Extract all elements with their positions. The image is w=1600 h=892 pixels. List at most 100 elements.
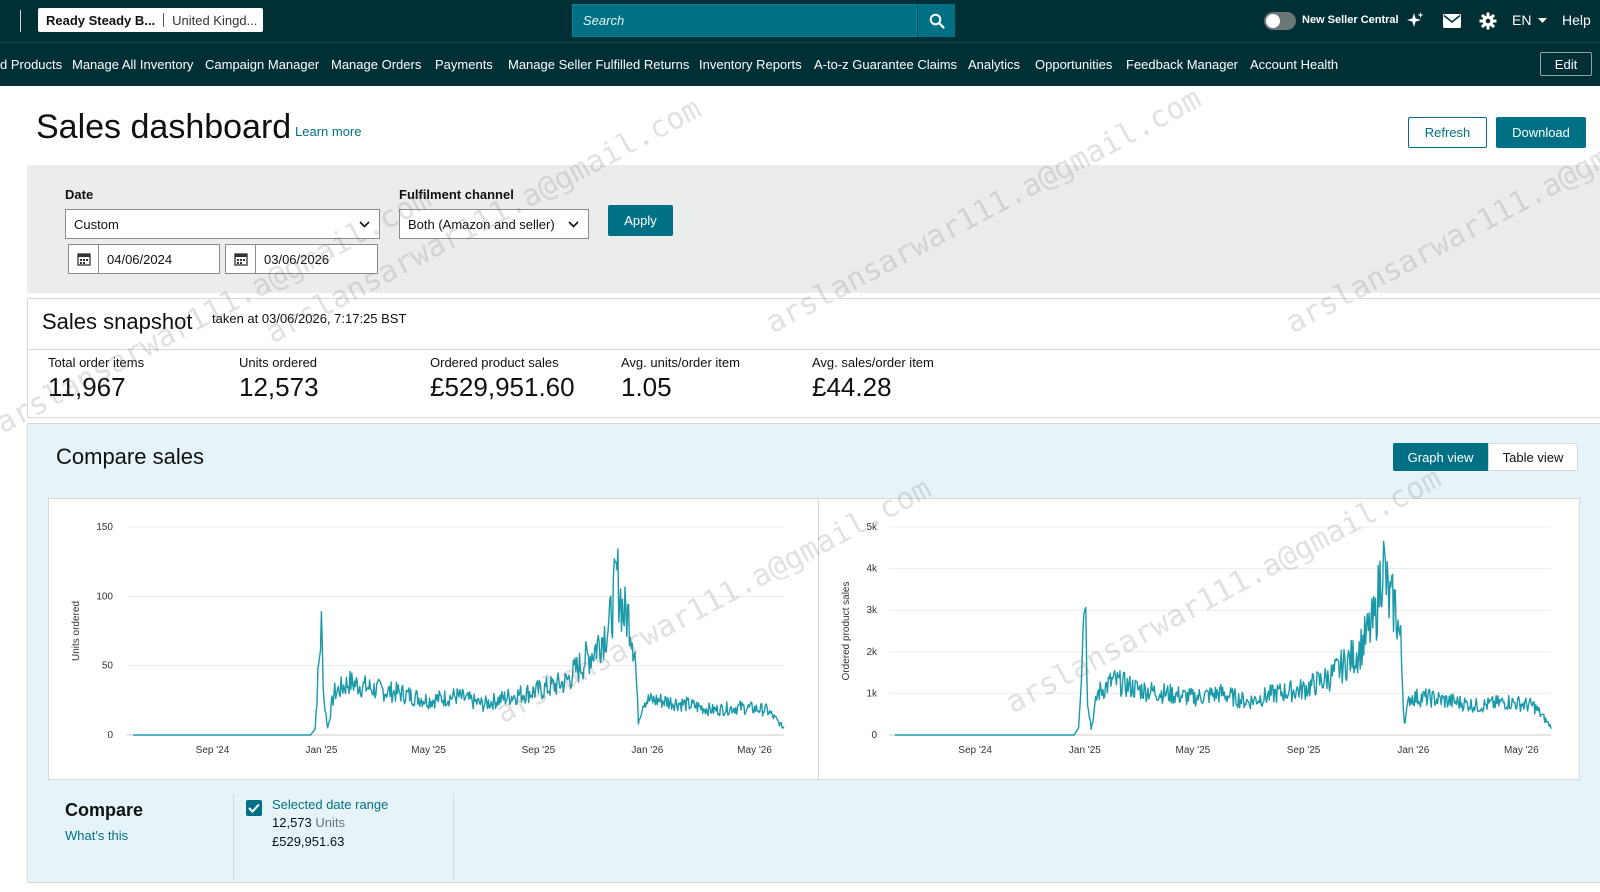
nav-item-account-health[interactable]: Account Health xyxy=(1250,57,1338,72)
ordered-product-sales-chart-svg: 0 1k 2k 3k 4k 5k Sep '24 Jan '25 May '25 Sep '25 J… xyxy=(841,522,1552,756)
compare-divider xyxy=(233,794,234,880)
new-seller-central-toggle[interactable] xyxy=(1264,12,1296,30)
end-date-value: 03/06/2026 xyxy=(264,251,330,267)
nav-item-payments[interactable]: Payments xyxy=(435,57,493,72)
x-tick-label: Sep '24 xyxy=(196,745,230,756)
refresh-button[interactable]: Refresh xyxy=(1408,117,1487,148)
nav-item-manage-orders[interactable]: Manage Orders xyxy=(331,57,421,72)
chevron-down-icon xyxy=(359,221,370,228)
nav-item-inventory-reports[interactable]: Inventory Reports xyxy=(699,57,802,72)
sparkle-icon[interactable] xyxy=(1403,9,1427,33)
language-selector[interactable]: EN xyxy=(1512,12,1548,28)
metric-label: Avg. units/order item xyxy=(621,355,740,370)
y-axis-label: Ordered product sales xyxy=(841,582,852,681)
learn-more-link[interactable]: Learn more xyxy=(295,124,361,139)
nav-item-a-to-z-claims[interactable]: A-to-z Guarantee Claims xyxy=(814,57,957,72)
date-filter-label: Date xyxy=(65,187,94,202)
nav-item-analytics[interactable]: Analytics xyxy=(968,57,1020,72)
apply-button[interactable]: Apply xyxy=(608,205,673,236)
y-tick-label: 5k xyxy=(866,522,878,533)
fulfilment-channel-select[interactable]: Both (Amazon and seller) xyxy=(399,209,589,239)
table-view-button[interactable]: Table view xyxy=(1488,443,1578,471)
series-line xyxy=(895,540,1552,736)
y-tick-label: 100 xyxy=(96,591,113,602)
x-tick-label: Jan '26 xyxy=(631,745,663,756)
nav-item-opportunities[interactable]: Opportunities xyxy=(1035,57,1112,72)
compare-sales-panel: Compare sales Graph view Table view 0 50 1… xyxy=(27,423,1600,883)
x-tick-label: Sep '25 xyxy=(1287,745,1321,756)
metric-avg-units-per-order-item: Avg. units/order item 1.05 xyxy=(621,355,740,403)
selected-range-units-unit: Units xyxy=(315,815,346,830)
account-switcher[interactable]: Ready Steady B... United Kingd... xyxy=(38,8,263,32)
y-tick-label: 3k xyxy=(866,605,878,616)
selected-range-sales: £529,951.63 xyxy=(272,834,345,849)
y-tick-label: 4k xyxy=(866,564,878,575)
store-name: Ready Steady B... xyxy=(46,12,156,28)
metric-value: £529,951.60 xyxy=(430,372,575,402)
download-button[interactable]: Download xyxy=(1496,117,1586,148)
compare-divider xyxy=(453,794,454,880)
mail-icon[interactable] xyxy=(1440,9,1464,33)
x-tick-label: Jan '25 xyxy=(1069,745,1101,756)
y-tick-label: 150 xyxy=(96,522,113,533)
y-axis-label: Units ordered xyxy=(71,601,82,661)
chevron-down-icon xyxy=(568,221,579,228)
top-bar: Ready Steady B... United Kingd... Search… xyxy=(0,0,1600,42)
x-tick-label: May '26 xyxy=(1504,745,1539,756)
metric-value: 12,573 xyxy=(239,372,319,402)
nav-item-products[interactable]: d Products xyxy=(0,57,62,72)
y-tick-label: 1k xyxy=(866,688,878,699)
sales-snapshot-title: Sales snapshot xyxy=(42,309,193,334)
units-ordered-chart-svg: 0 50 100 150 Sep '24 Jan '25 May '25 Sep '25 Jan… xyxy=(71,522,785,756)
x-tick-label: May '26 xyxy=(737,745,772,756)
selected-date-range-label: Selected date range xyxy=(272,797,389,812)
metric-total-order-items: Total order items 11,967 xyxy=(48,355,144,403)
selected-range-units-value: 12,573 xyxy=(272,815,312,830)
y-tick-label: 50 xyxy=(102,661,114,672)
start-date-input[interactable]: 04/06/2024 xyxy=(68,244,220,274)
metric-label: Avg. sales/order item xyxy=(812,355,934,370)
nav-item-feedback-manager[interactable]: Feedback Manager xyxy=(1126,57,1238,72)
whats-this-link[interactable]: What's this xyxy=(65,828,128,843)
nav-item-campaign-manager[interactable]: Campaign Manager xyxy=(205,57,319,72)
metric-label: Units ordered xyxy=(239,355,318,370)
gear-icon[interactable] xyxy=(1476,9,1500,33)
search-input[interactable]: Search xyxy=(572,4,917,37)
nav-bar: d Products Manage All Inventory Campaign… xyxy=(0,42,1600,86)
nav-item-manage-seller-fulfilled-returns[interactable]: Manage Seller Fulfilled Returns xyxy=(508,57,689,72)
checkmark-icon xyxy=(248,803,260,813)
date-range-value: Custom xyxy=(74,216,119,232)
nav-item-manage-all-inventory[interactable]: Manage All Inventory xyxy=(72,57,193,72)
calendar-icon[interactable] xyxy=(69,245,99,273)
caret-down-icon xyxy=(1538,18,1548,24)
store-country: United Kingd... xyxy=(172,12,258,28)
calendar-icon[interactable] xyxy=(226,245,256,273)
start-date-value: 04/06/2024 xyxy=(107,251,173,267)
snapshot-timestamp: taken at 03/06/2026, 7:17:25 BST xyxy=(212,311,407,326)
x-tick-label: Jan '26 xyxy=(1397,745,1429,756)
fulfilment-channel-value: Both (Amazon and seller) xyxy=(408,216,555,232)
x-tick-label: Sep '25 xyxy=(522,745,556,756)
x-tick-label: May '25 xyxy=(411,745,446,756)
end-date-input[interactable]: 03/06/2026 xyxy=(225,244,378,274)
edit-nav-button[interactable]: Edit xyxy=(1540,52,1592,76)
y-tick-label: 0 xyxy=(107,730,113,741)
new-seller-central-label: New Seller Central xyxy=(1302,14,1399,26)
selected-date-range-checkbox[interactable] xyxy=(246,800,262,816)
page-title: Sales dashboard xyxy=(36,108,292,146)
metric-ordered-product-sales: Ordered product sales £529,951.60 xyxy=(430,355,575,403)
metric-label: Ordered product sales xyxy=(430,355,559,370)
top-bar-divider xyxy=(20,10,21,32)
ordered-product-sales-chart: 0 1k 2k 3k 4k 5k Sep '24 Jan '25 May '25 Sep '25 J… xyxy=(818,498,1580,780)
selected-range-units: 12,573 Units xyxy=(272,815,345,830)
search-button[interactable] xyxy=(917,4,955,37)
graph-view-button[interactable]: Graph view xyxy=(1393,443,1488,471)
metric-value: £44.28 xyxy=(812,372,892,402)
x-tick-label: May '25 xyxy=(1176,745,1211,756)
series-line xyxy=(133,548,785,736)
toggle-knob xyxy=(1266,14,1280,28)
snapshot-metrics: Total order items 11,967 Units ordered 1… xyxy=(27,350,1600,418)
x-tick-label: Sep '24 xyxy=(958,745,992,756)
date-range-select[interactable]: Custom xyxy=(65,209,380,239)
help-link[interactable]: Help xyxy=(1562,12,1591,28)
